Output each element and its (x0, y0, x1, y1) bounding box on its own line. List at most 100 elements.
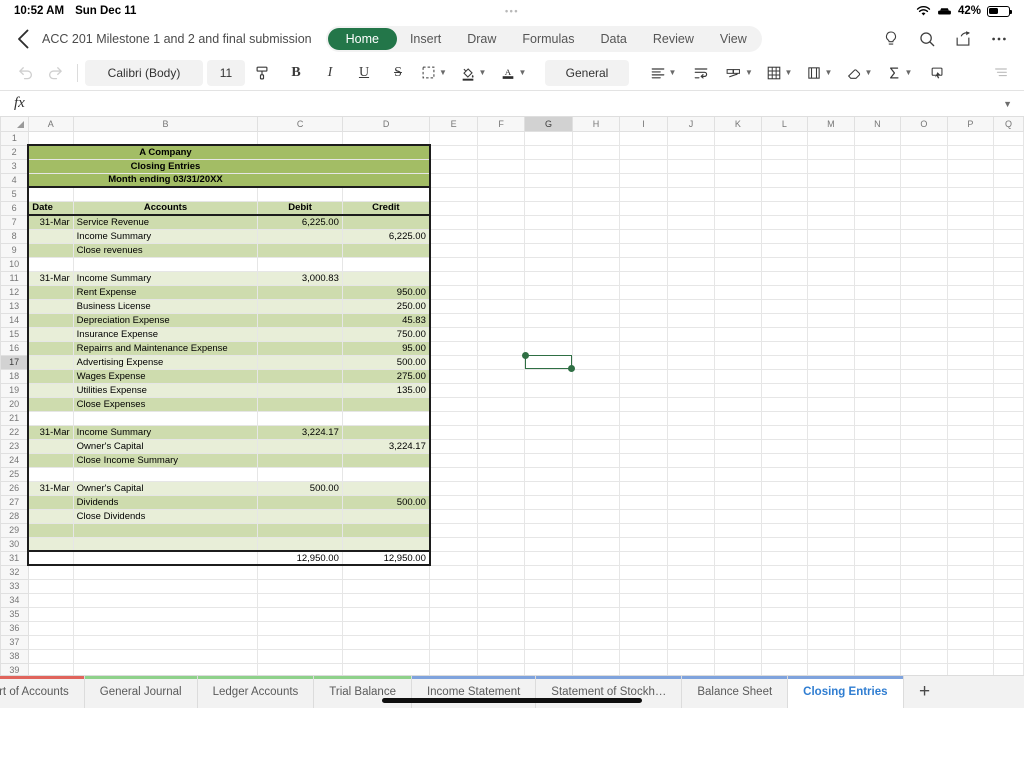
cell-Q36[interactable] (993, 620, 1024, 636)
border-style-icon[interactable]: ▼ (415, 60, 453, 86)
cell-K37[interactable] (714, 634, 762, 650)
column-header-c[interactable]: C (257, 117, 343, 132)
cell-B16[interactable]: Repairrs and Maintenance Expense (72, 340, 259, 356)
ribbon-tab-draw[interactable]: Draw (454, 28, 509, 50)
cell-C14[interactable] (257, 312, 343, 328)
cell-D13[interactable]: 250.00 (341, 298, 431, 314)
cell-F21[interactable] (476, 410, 526, 426)
cell-E29[interactable] (429, 522, 478, 538)
column-header-a[interactable]: A (27, 117, 74, 132)
cell-K12[interactable] (714, 284, 762, 300)
cell-J11[interactable] (666, 270, 716, 286)
cell-A26[interactable]: 31-Mar (27, 480, 74, 496)
bold-button[interactable]: B (279, 60, 313, 86)
cell-N1[interactable] (853, 130, 902, 146)
row-header-2[interactable]: 2 (0, 144, 29, 160)
cell-F30[interactable] (476, 536, 526, 552)
cell-P24[interactable] (946, 452, 995, 468)
cell-A12[interactable] (27, 284, 74, 300)
cell-N15[interactable] (853, 326, 902, 342)
cell-I6[interactable] (619, 200, 668, 216)
cell-E11[interactable] (429, 270, 478, 286)
cell-M34[interactable] (807, 592, 855, 608)
cell-L36[interactable] (760, 620, 809, 636)
cell-L27[interactable] (760, 494, 809, 510)
cell-C37[interactable] (257, 634, 343, 650)
row-header-30[interactable]: 30 (0, 536, 29, 552)
row-header-5[interactable]: 5 (0, 186, 29, 202)
cell-Q34[interactable] (993, 592, 1024, 608)
cell-N34[interactable] (853, 592, 902, 608)
cell-J6[interactable] (666, 200, 716, 216)
cell-F35[interactable] (476, 606, 526, 622)
cell-L19[interactable] (760, 382, 809, 398)
cell-J2[interactable] (666, 144, 716, 160)
cell-M28[interactable] (807, 508, 855, 524)
cell-L33[interactable] (760, 578, 809, 594)
cell-L6[interactable] (760, 200, 809, 216)
cell-E37[interactable] (429, 634, 478, 650)
cell-N3[interactable] (853, 158, 902, 174)
column-header-q[interactable]: Q (993, 117, 1024, 132)
cell-D12[interactable]: 950.00 (341, 284, 431, 300)
cell-G10[interactable] (524, 256, 573, 272)
cell-F31[interactable] (476, 550, 526, 566)
cell-F1[interactable] (476, 130, 526, 146)
cell-M13[interactable] (807, 298, 855, 314)
cell-K32[interactable] (714, 564, 762, 580)
grid-row[interactable]: 20 Close Expenses (0, 396, 1024, 412)
column-header-j[interactable]: J (666, 117, 716, 132)
cell-P32[interactable] (946, 564, 995, 580)
cell-N21[interactable] (853, 410, 902, 426)
row-header-6[interactable]: 6 (0, 200, 29, 216)
cell-P20[interactable] (946, 396, 995, 412)
cell-L35[interactable] (760, 606, 809, 622)
cell-O3[interactable] (900, 158, 948, 174)
cell-O22[interactable] (900, 424, 948, 440)
row-header-37[interactable]: 37 (0, 634, 29, 650)
cell-B24[interactable]: Close Income Summary (72, 452, 259, 468)
cell-H4[interactable] (571, 172, 621, 188)
cell-E32[interactable] (429, 564, 478, 580)
cell-A13[interactable] (27, 298, 74, 314)
cell-G31[interactable] (524, 550, 573, 566)
grid-row[interactable]: 35 (0, 606, 1024, 622)
cell-I14[interactable] (619, 312, 668, 328)
cell-N18[interactable] (853, 368, 902, 384)
row-header-9[interactable]: 9 (0, 242, 29, 258)
cell-A19[interactable] (27, 382, 74, 398)
cell-P7[interactable] (946, 214, 995, 230)
cell-L38[interactable] (760, 648, 809, 664)
row-header-17[interactable]: 17 (0, 354, 29, 370)
cell-Q24[interactable] (993, 452, 1024, 468)
clear-eraser-icon[interactable]: ▼ (839, 60, 879, 86)
cell-M36[interactable] (807, 620, 855, 636)
cell-I25[interactable] (619, 466, 668, 482)
cell-G8[interactable] (524, 228, 573, 244)
column-header-m[interactable]: M (807, 117, 855, 132)
cell-G30[interactable] (524, 536, 573, 552)
cell-P4[interactable] (946, 172, 995, 188)
cell-E17[interactable] (429, 354, 478, 370)
cell-K13[interactable] (714, 298, 762, 314)
cell-I2[interactable] (619, 144, 668, 160)
cell-O31[interactable] (900, 550, 948, 566)
cell-F10[interactable] (476, 256, 526, 272)
cell-O8[interactable] (900, 228, 948, 244)
cell-L9[interactable] (760, 242, 809, 258)
cell-K29[interactable] (714, 522, 762, 538)
cell-N19[interactable] (853, 382, 902, 398)
cell-H32[interactable] (571, 564, 621, 580)
grid-row[interactable]: 31 12,950.00 12,950.00 (0, 550, 1024, 566)
cell-I24[interactable] (619, 452, 668, 468)
cell-E3[interactable] (429, 158, 478, 174)
cell-B27[interactable]: Dividends (72, 494, 259, 510)
cell-L7[interactable] (760, 214, 809, 230)
cell-I27[interactable] (619, 494, 668, 510)
ribbon-tab-insert[interactable]: Insert (397, 28, 454, 50)
row-header-25[interactable]: 25 (0, 466, 29, 482)
cell-O29[interactable] (900, 522, 948, 538)
cell-C27[interactable] (257, 494, 343, 510)
cell-P26[interactable] (946, 480, 995, 496)
cell-G21[interactable] (524, 410, 573, 426)
